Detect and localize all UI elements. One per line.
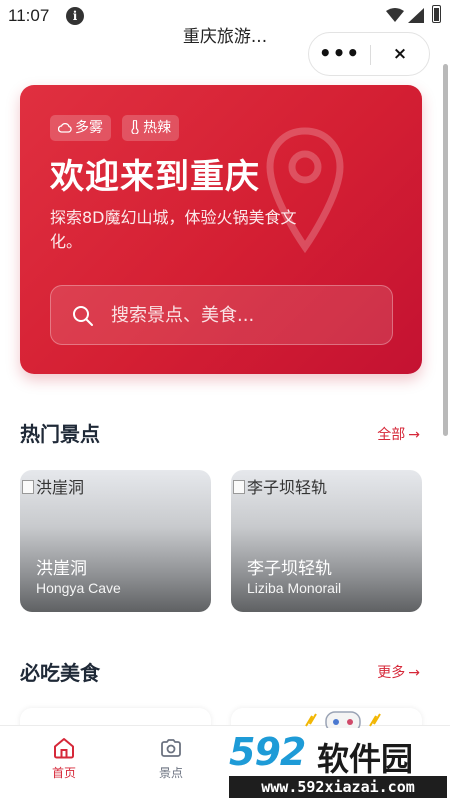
broken-image-icon (22, 480, 34, 494)
hero-title: 欢迎来到重庆 (50, 157, 260, 197)
section-title-must-eat: 必吃美食 (20, 661, 100, 685)
image-alt-text: 洪崖洞 (36, 478, 85, 497)
cloud-icon (58, 122, 72, 133)
watermark: 592 软件园 www.592xiazai.com (225, 728, 450, 800)
thermometer-icon (131, 120, 139, 134)
watermark-logo: 592 软件园 (225, 730, 450, 778)
search-icon (73, 306, 93, 326)
close-button[interactable]: × (371, 33, 429, 75)
home-icon (54, 738, 74, 759)
watermark-number: 592 (229, 730, 306, 774)
spot-name-en: Hongya Cave (36, 580, 121, 596)
nav-label: 景点 (158, 766, 183, 780)
watermark-brand: 软件园 (317, 740, 414, 778)
section-title-popular-spots: 热门景点 (20, 422, 100, 446)
mini-program-capsule: ••• × (308, 32, 430, 76)
tag-spicy: 热辣 (122, 115, 180, 141)
spot-name: 洪崖洞 (36, 559, 87, 579)
spot-name-en: Liziba Monorail (247, 580, 342, 596)
image-alt-text: 李子坝轻轨 (247, 478, 328, 497)
more-button[interactable]: ••• (309, 33, 370, 75)
link-label: 更多 (377, 665, 406, 681)
spot-card[interactable]: 李子坝轻轨 李子坝轻轨 Liziba Monorail (231, 470, 422, 612)
tag-label: 热辣 (143, 120, 172, 136)
tag-label: 多雾 (75, 120, 103, 136)
image-placeholder: 李子坝轻轨 (233, 474, 327, 498)
nav-item-home[interactable]: 首页 (29, 736, 99, 781)
search-box[interactable] (50, 285, 393, 345)
arrow-right-icon: → (408, 427, 420, 443)
arrow-right-icon: → (408, 665, 420, 681)
broken-image-icon (233, 480, 245, 494)
scrollbar[interactable] (443, 64, 448, 436)
spot-name: 李子坝轻轨 (247, 559, 332, 579)
spot-card[interactable]: 洪崖洞 洪崖洞 Hongya Cave (20, 470, 211, 612)
camera-icon (161, 739, 181, 757)
nav-label: 首页 (51, 766, 76, 780)
link-label: 全部 (377, 427, 406, 443)
hero-description: 探索8D魔幻山城，体验火锅美食文化。 (50, 208, 297, 251)
hero-card: 多雾 热辣 欢迎来到重庆 探索8D魔幻山城，体验火锅美食文化。 (20, 85, 422, 374)
nav-item-spots[interactable]: 景点 (136, 736, 206, 781)
image-placeholder: 洪崖洞 (22, 474, 84, 498)
view-more-food-link[interactable]: 更多 → (377, 662, 420, 682)
search-input[interactable] (111, 286, 381, 344)
view-all-spots-link[interactable]: 全部 → (377, 424, 420, 444)
weather-tags: 多雾 热辣 (50, 115, 185, 141)
tag-fog: 多雾 (50, 115, 111, 141)
watermark-url: www.592xiazai.com (229, 776, 447, 798)
